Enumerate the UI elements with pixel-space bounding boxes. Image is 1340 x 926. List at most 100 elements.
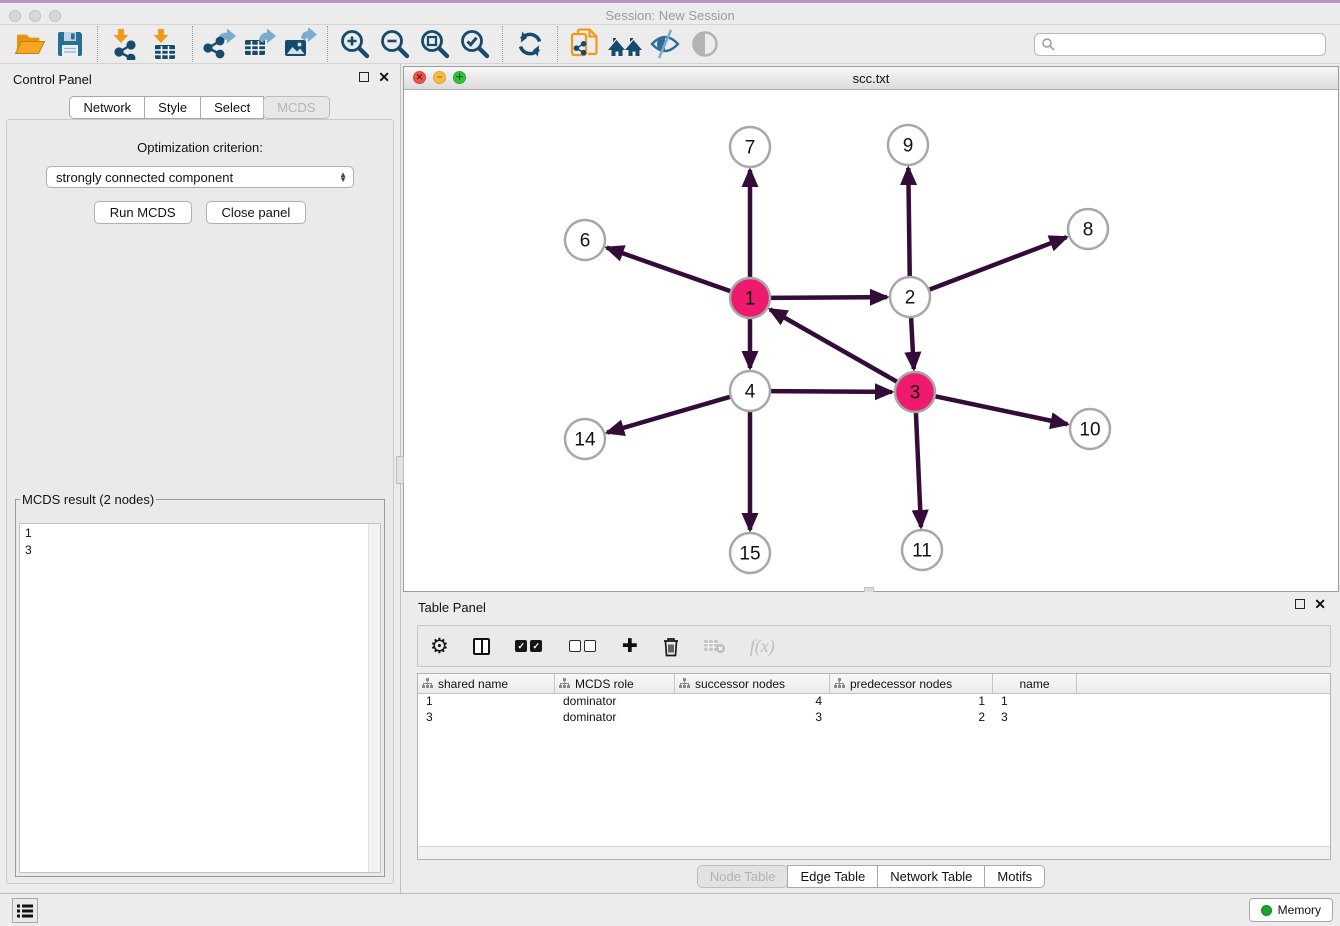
panel-splitter-grip[interactable] — [396, 456, 404, 484]
criterion-select[interactable]: strongly connected component ▲▼ — [46, 166, 354, 188]
memory-button[interactable]: Memory — [1249, 898, 1333, 922]
close-panel-button[interactable]: Close panel — [206, 201, 307, 224]
table-horizontal-scrollbar[interactable] — [418, 846, 1330, 859]
function-builder-icon[interactable]: f(x) — [750, 631, 775, 661]
table-cell[interactable]: 1 — [993, 694, 1077, 710]
close-panel-icon[interactable]: ✕ — [378, 72, 390, 82]
graph-node-11[interactable]: 11 — [902, 530, 942, 570]
open-folder-icon[interactable] — [12, 27, 48, 61]
column-header-successor-nodes[interactable]: successor nodes — [675, 674, 830, 693]
graph-node-4[interactable]: 4 — [730, 371, 770, 411]
table-toolbar: ⚙ ✓✓ ✚ f(x) — [417, 625, 1331, 667]
table-cell[interactable]: 3 — [675, 710, 830, 726]
graph-node-10[interactable]: 10 — [1070, 409, 1110, 449]
graph-edge-4-3[interactable] — [769, 391, 892, 392]
graph-node-8[interactable]: 8 — [1068, 209, 1108, 249]
tab-select[interactable]: Select — [200, 96, 264, 119]
float-panel-icon[interactable] — [359, 72, 369, 82]
home-layout-icon[interactable] — [607, 27, 643, 61]
delete-table-icon[interactable] — [704, 631, 726, 661]
float-table-panel-icon[interactable] — [1295, 599, 1305, 609]
table-cell[interactable]: 3 — [993, 710, 1077, 726]
graph-edge-1-6[interactable] — [607, 248, 732, 292]
table-cell[interactable]: dominator — [555, 710, 675, 726]
table-cell[interactable]: 2 — [830, 710, 993, 726]
graph-edge-3-11[interactable] — [916, 411, 921, 527]
deselect-all-checkboxes-icon[interactable] — [568, 631, 598, 661]
column-header-shared-name[interactable]: shared name — [418, 674, 555, 693]
graph-edge-2-8[interactable] — [928, 237, 1067, 290]
settings-gear-icon[interactable]: ⚙ — [430, 631, 449, 661]
graph-node-1[interactable]: 1 — [730, 278, 770, 318]
svg-text:8: 8 — [1083, 220, 1094, 241]
zoom-selected-icon[interactable] — [457, 27, 493, 61]
mcds-result-area[interactable]: 1 3 — [19, 523, 381, 873]
control-panel-title: Control Panel — [13, 72, 92, 87]
tab-network[interactable]: Network — [69, 96, 145, 119]
graph-edge-4-14[interactable] — [607, 396, 732, 432]
import-table-icon[interactable] — [147, 27, 183, 61]
zoom-out-icon[interactable] — [377, 27, 413, 61]
refresh-icon[interactable] — [512, 27, 548, 61]
graph-edge-1-2[interactable] — [769, 297, 887, 298]
mcds-result-group: MCDS result (2 nodes) 1 3 — [15, 492, 385, 877]
save-session-icon[interactable] — [52, 27, 88, 61]
column-header-predecessor-nodes[interactable]: predecessor nodes — [830, 674, 993, 693]
add-column-icon[interactable]: ✚ — [622, 631, 638, 661]
tab-mcds[interactable]: MCDS — [263, 96, 329, 119]
graph-node-15[interactable]: 15 — [730, 533, 770, 573]
result-scrollbar[interactable] — [368, 524, 380, 872]
show-column-panel-icon[interactable] — [473, 631, 490, 661]
export-network-icon[interactable] — [202, 27, 238, 61]
task-history-button[interactable] — [12, 898, 38, 923]
network-from-selection-icon[interactable] — [567, 27, 603, 61]
network-window-titlebar[interactable]: ✕ − ＋ scc.txt — [404, 67, 1338, 90]
network-window-title: scc.txt — [404, 71, 1338, 86]
table-row[interactable]: 1dominator411 — [418, 694, 1330, 710]
export-table-icon[interactable] — [242, 27, 278, 61]
graph-edge-2-3[interactable] — [911, 316, 914, 369]
column-header-MCDS-role[interactable]: MCDS role — [555, 674, 675, 693]
tab-node-table[interactable]: Node Table — [697, 865, 789, 888]
table-cell[interactable]: dominator — [555, 694, 675, 710]
column-header-name[interactable]: name — [993, 674, 1077, 693]
graph-edge-3-10[interactable] — [934, 396, 1068, 424]
tab-style[interactable]: Style — [144, 96, 201, 119]
close-table-panel-icon[interactable]: ✕ — [1314, 599, 1326, 609]
table-cell[interactable]: 4 — [675, 694, 830, 710]
toolbar-search[interactable] — [1034, 33, 1326, 56]
graph-node-9[interactable]: 9 — [888, 125, 928, 165]
memory-label: Memory — [1278, 903, 1321, 917]
graph-node-3[interactable]: 3 — [895, 372, 935, 412]
table-cell[interactable]: 1 — [418, 694, 555, 710]
graph-edge-2-9[interactable] — [908, 168, 909, 278]
graph-node-2[interactable]: 2 — [890, 277, 930, 317]
table-row[interactable]: 3dominator323 — [418, 710, 1330, 726]
search-input[interactable] — [1055, 36, 1319, 52]
tab-motifs[interactable]: Motifs — [984, 865, 1045, 888]
network-view-window: ✕ − ＋ scc.txt 7 9 6 8 1 2 4 3 14 10 15 11 — [403, 66, 1339, 592]
tab-edge-table[interactable]: Edge Table — [787, 865, 878, 888]
table-cell[interactable]: 3 — [418, 710, 555, 726]
select-all-checkboxes-icon[interactable]: ✓✓ — [514, 631, 544, 661]
table-cell[interactable]: 1 — [830, 694, 993, 710]
import-network-icon[interactable] — [107, 27, 143, 61]
graph-node-14[interactable]: 14 — [565, 419, 605, 459]
toolbar-separator — [557, 26, 558, 62]
criterion-selected-value: strongly connected component — [56, 170, 339, 185]
graph-node-6[interactable]: 6 — [565, 220, 605, 260]
graph-node-7[interactable]: 7 — [730, 127, 770, 167]
zoom-fit-icon[interactable] — [417, 27, 453, 61]
run-mcds-button[interactable]: Run MCDS — [94, 201, 192, 224]
export-image-icon[interactable] — [282, 27, 318, 61]
hide-graphics-details-icon[interactable] — [647, 27, 683, 61]
show-graphics-details-icon[interactable] — [687, 27, 723, 61]
node-table[interactable]: shared nameMCDS rolesuccessor nodesprede… — [417, 673, 1331, 860]
graph-edge-3-1[interactable] — [770, 309, 899, 382]
svg-text:11: 11 — [912, 541, 932, 562]
tab-network-table[interactable]: Network Table — [877, 865, 985, 888]
network-canvas[interactable]: 7 9 6 8 1 2 4 3 14 10 15 11 — [404, 90, 1338, 591]
svg-text:14: 14 — [574, 430, 596, 451]
delete-column-icon[interactable] — [662, 631, 680, 661]
zoom-in-icon[interactable] — [337, 27, 373, 61]
